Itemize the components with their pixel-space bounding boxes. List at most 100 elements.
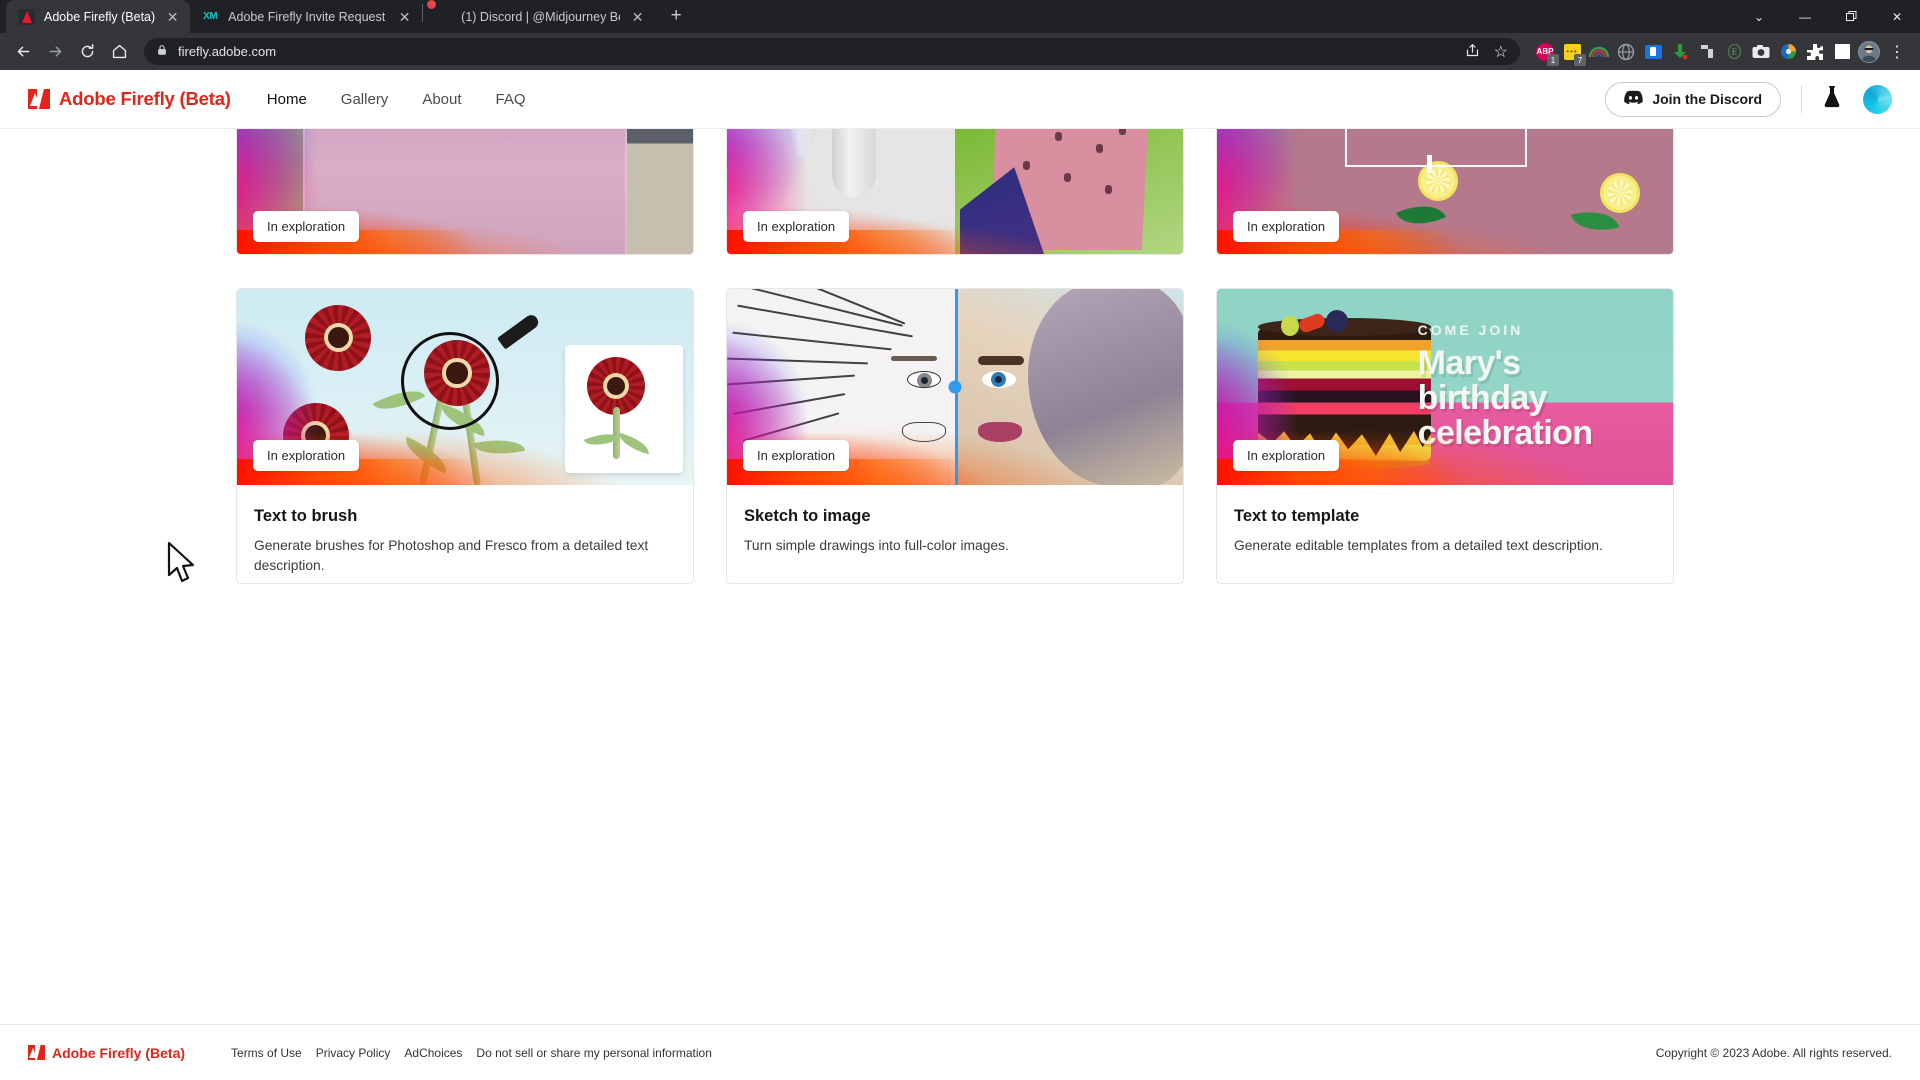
main-content: In exploration Extend image Change the a… bbox=[0, 129, 1920, 1024]
header-divider bbox=[1801, 85, 1802, 113]
user-avatar[interactable] bbox=[1863, 84, 1892, 114]
feature-card-sketch-to-image[interactable]: In exploration Sketch to image Turn simp… bbox=[726, 288, 1184, 584]
card-body: Text to template Generate editable templ… bbox=[1217, 485, 1673, 556]
footer-brand[interactable]: Adobe Firefly (Beta) bbox=[28, 1045, 185, 1061]
reload-icon[interactable] bbox=[72, 37, 102, 67]
omnibox-actions: ☆ bbox=[1465, 42, 1508, 62]
beaker-icon[interactable] bbox=[1822, 85, 1843, 113]
extension-badge: 7 bbox=[1574, 53, 1586, 66]
puzzle-extension-icon[interactable] bbox=[1804, 41, 1826, 63]
nav-item-about[interactable]: About bbox=[410, 85, 473, 114]
evernote-extension-icon[interactable]: E bbox=[1723, 41, 1745, 63]
tab-close-icon[interactable]: ✕ bbox=[629, 8, 646, 25]
adblock-plus-extension-icon[interactable]: ABP 1 bbox=[1534, 41, 1559, 66]
browser-menu-icon[interactable]: ⋮ bbox=[1882, 37, 1912, 67]
site-header: Adobe Firefly (Beta) Home Gallery About … bbox=[0, 70, 1920, 129]
status-badge: In exploration bbox=[1233, 440, 1340, 471]
join-discord-button[interactable]: Join the Discord bbox=[1605, 81, 1781, 117]
card-image: In exploration bbox=[237, 129, 693, 254]
status-badge: In exploration bbox=[1233, 211, 1340, 242]
card-description: Turn simple drawings into full-color ima… bbox=[744, 538, 1009, 553]
download-extension-icon[interactable] bbox=[1669, 41, 1691, 63]
extension-icons: ABP 1 ••• 7 E bbox=[1530, 40, 1880, 66]
discord-favicon-icon bbox=[436, 9, 452, 25]
status-badge: In exploration bbox=[743, 211, 850, 242]
card-body: Sketch to image Turn simple drawings int… bbox=[727, 485, 1183, 556]
browser-tab-strip: Adobe Firefly (Beta) ✕ XM Adobe Firefly … bbox=[0, 0, 1920, 33]
lock-icon bbox=[156, 44, 168, 59]
tabs-extension-icon[interactable] bbox=[1696, 41, 1718, 63]
card-description: Generate editable templates from a detai… bbox=[1234, 538, 1603, 553]
svg-text:E: E bbox=[1731, 47, 1737, 57]
card-title: Text to brush bbox=[254, 507, 358, 525]
feature-card-extend-image[interactable]: In exploration Extend image Change the a… bbox=[236, 129, 694, 255]
discord-icon bbox=[1624, 90, 1644, 108]
home-icon[interactable] bbox=[104, 37, 134, 67]
card-image: In exploration bbox=[727, 289, 1183, 485]
tab-title: (1) Discord | @Midjourney Bot bbox=[461, 9, 621, 24]
minimize-button[interactable]: — bbox=[1782, 0, 1828, 33]
close-window-button[interactable]: ✕ bbox=[1874, 0, 1920, 33]
browser-tab-invite-form[interactable]: XM Adobe Firefly Invite Request Form ✕ bbox=[190, 0, 422, 33]
feature-card-3d-to-image[interactable]: In exploration 3D to image Generate imag… bbox=[726, 129, 1184, 255]
globe-extension-icon[interactable] bbox=[1615, 41, 1637, 63]
mouse-cursor bbox=[165, 541, 197, 590]
card-image: ✦ ✦ In exploration bbox=[237, 289, 693, 485]
status-badge: In exploration bbox=[743, 440, 850, 471]
adobe-firefly-logo-icon bbox=[28, 1045, 45, 1060]
feature-card-text-to-pattern[interactable]: In exploration Text to pattern Generate … bbox=[1216, 129, 1674, 255]
screenshot-extension-icon[interactable] bbox=[1750, 41, 1772, 63]
window-controls: ⌄ — ✕ bbox=[1736, 0, 1920, 33]
site-brand[interactable]: Adobe Firefly (Beta) bbox=[28, 88, 231, 110]
footer-link-do-not-sell[interactable]: Do not sell or share my personal informa… bbox=[476, 1046, 711, 1060]
maximize-button[interactable] bbox=[1828, 0, 1874, 33]
square-extension-icon[interactable] bbox=[1831, 41, 1853, 63]
card-image: COME JOIN Mary's birthday celebration In… bbox=[1217, 289, 1673, 485]
card-image: In exploration bbox=[727, 129, 1183, 254]
status-badge: In exploration bbox=[253, 440, 360, 471]
browser-tab-firefly[interactable]: Adobe Firefly (Beta) ✕ bbox=[6, 0, 191, 33]
tab-search-icon[interactable]: ⌄ bbox=[1736, 0, 1782, 33]
template-kicker: COME JOIN bbox=[1417, 322, 1524, 339]
feature-card-grid: In exploration Extend image Change the a… bbox=[0, 129, 1920, 584]
feature-card-text-to-template[interactable]: COME JOIN Mary's birthday celebration In… bbox=[1216, 288, 1674, 584]
rainbow-extension-icon[interactable] bbox=[1588, 41, 1610, 63]
copyright-text: Copyright © 2023 Adobe. All rights reser… bbox=[1655, 1045, 1892, 1060]
card-title: Sketch to image bbox=[744, 507, 871, 525]
brand-name: Adobe Firefly (Beta) bbox=[59, 88, 231, 109]
firefly-favicon-icon bbox=[19, 8, 35, 25]
template-headline: Mary's birthday celebration bbox=[1417, 344, 1593, 452]
footer-link-privacy-policy[interactable]: Privacy Policy bbox=[316, 1046, 391, 1060]
template-headline-block: COME JOIN Mary's birthday celebration bbox=[1418, 322, 1655, 450]
footer-links: Terms of Use Privacy Policy AdChoices Do… bbox=[231, 1046, 712, 1060]
join-discord-label: Join the Discord bbox=[1652, 91, 1762, 107]
nav-item-home[interactable]: Home bbox=[255, 85, 319, 114]
browser-window: Adobe Firefly (Beta) ✕ XM Adobe Firefly … bbox=[0, 0, 1920, 1080]
header-actions: Join the Discord bbox=[1605, 81, 1892, 117]
site-footer: Adobe Firefly (Beta) Terms of Use Privac… bbox=[0, 1024, 1920, 1080]
notes-extension-icon[interactable]: ••• 7 bbox=[1561, 41, 1586, 66]
address-bar[interactable]: firefly.adobe.com ☆ bbox=[144, 38, 1520, 65]
page-content: Adobe Firefly (Beta) Home Gallery About … bbox=[0, 70, 1920, 1080]
adobe-firefly-logo-icon bbox=[28, 89, 50, 109]
nav-item-faq[interactable]: FAQ bbox=[484, 85, 538, 114]
bookmark-star-icon[interactable]: ☆ bbox=[1494, 42, 1508, 62]
footer-link-adchoices[interactable]: AdChoices bbox=[404, 1046, 462, 1060]
card-body: Text to brush Generate brushes for Photo… bbox=[237, 485, 693, 575]
back-icon[interactable] bbox=[8, 37, 38, 67]
forward-icon[interactable] bbox=[40, 37, 70, 67]
new-tab-button[interactable]: + bbox=[662, 2, 690, 30]
share-icon[interactable] bbox=[1465, 43, 1480, 61]
feature-card-text-to-brush[interactable]: ✦ ✦ In exploration bbox=[236, 288, 694, 584]
tab-close-icon[interactable]: ✕ bbox=[396, 8, 413, 25]
browser-tab-discord[interactable]: (1) Discord | @Midjourney Bot ✕ bbox=[423, 0, 655, 33]
blue-card-extension-icon[interactable] bbox=[1642, 41, 1664, 63]
profile-avatar[interactable] bbox=[1858, 40, 1880, 63]
colorwheel-extension-icon[interactable] bbox=[1777, 41, 1799, 63]
status-badge: In exploration bbox=[253, 211, 360, 242]
footer-link-terms-of-use[interactable]: Terms of Use bbox=[231, 1046, 302, 1060]
card-title: Text to template bbox=[1234, 507, 1360, 525]
url-text: firefly.adobe.com bbox=[178, 44, 277, 59]
nav-item-gallery[interactable]: Gallery bbox=[329, 85, 401, 114]
tab-close-icon[interactable]: ✕ bbox=[164, 8, 181, 25]
